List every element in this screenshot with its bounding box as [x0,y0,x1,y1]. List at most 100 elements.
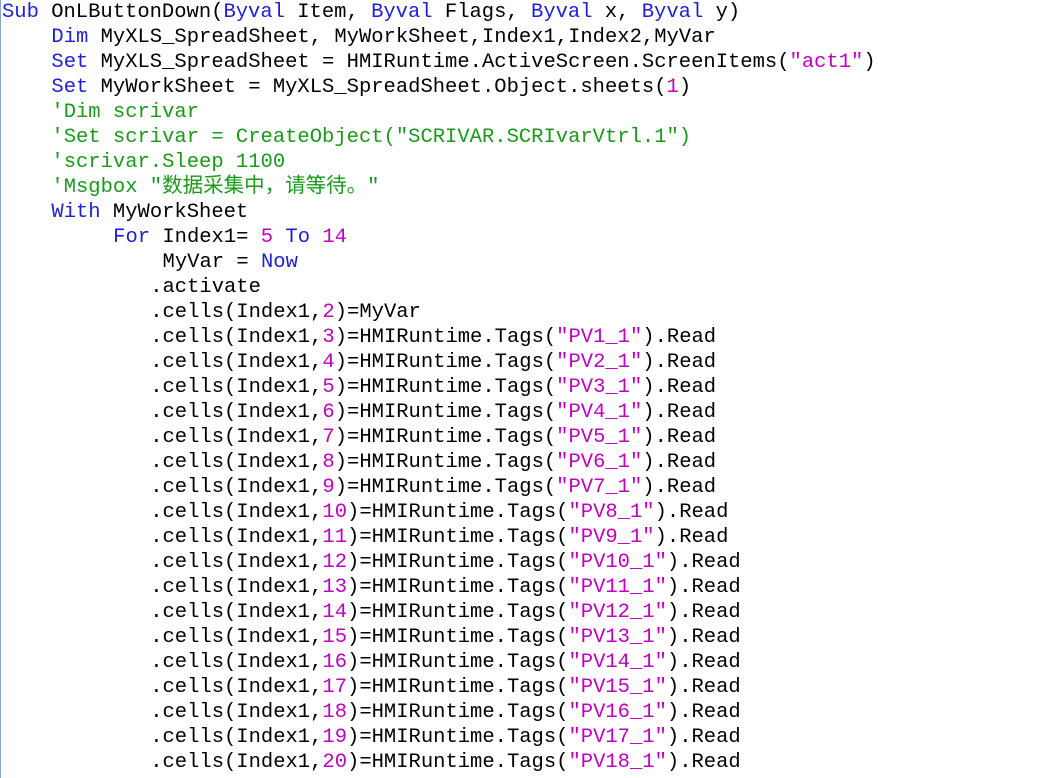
code-token: .cells(Index1, [150,551,323,574]
code-line[interactable]: .cells(Index1,10)=HMIRuntime.Tags("PV8_1… [2,500,1043,525]
code-token: .cells(Index1, [150,601,323,624]
code-token: ).Read [666,676,741,699]
code-token: .cells(Index1, [150,326,323,349]
code-line[interactable]: 'Set scrivar = CreateObject("SCRIVAR.SCR… [2,125,1043,150]
code-token: )=HMIRuntime.Tags( [347,701,569,724]
number-token: 5 [322,376,335,399]
code-token: ).Read [666,601,741,624]
code-token: .cells(Index1, [150,451,323,474]
code-token: .cells(Index1, [150,301,323,324]
string-token: "PV17_1" [568,726,667,749]
code-line[interactable]: MyVar = Now [2,250,1043,275]
number-token: 4 [322,351,335,374]
number-token: 14 [322,226,347,249]
string-token: "PV15_1" [568,676,667,699]
keyword-token: Sub [2,1,39,24]
code-line[interactable]: 'Dim scrivar [2,100,1043,125]
code-token: )=HMIRuntime.Tags( [334,351,557,374]
number-token: 10 [322,501,348,524]
code-line[interactable]: .activate [2,275,1043,300]
code-token: x, [592,1,642,24]
code-token: .cells(Index1, [150,626,323,649]
code-line[interactable]: .cells(Index1,15)=HMIRuntime.Tags("PV13_… [2,625,1043,650]
keyword-token: To [285,226,310,249]
code-token: .cells(Index1, [150,501,323,524]
code-token: .cells(Index1, [150,751,323,774]
string-token: "PV1_1" [556,326,643,349]
code-line[interactable]: .cells(Index1,7)=HMIRuntime.Tags("PV5_1"… [2,425,1043,450]
code-token: y) [703,1,741,24]
gutter-border [0,0,1,778]
string-token: "PV13_1" [568,626,667,649]
code-token: ).Read [666,626,741,649]
string-token: "PV16_1" [568,701,667,724]
code-line[interactable]: .cells(Index1,17)=HMIRuntime.Tags("PV15_… [2,675,1043,700]
code-line[interactable]: Sub OnLButtonDown(Byval Item, Byval Flag… [2,0,1043,25]
code-line[interactable]: .cells(Index1,8)=HMIRuntime.Tags("PV6_1"… [2,450,1043,475]
code-token: ) [678,76,692,99]
code-line[interactable]: .cells(Index1,16)=HMIRuntime.Tags("PV14_… [2,650,1043,675]
code-line[interactable]: .cells(Index1,2)=MyVar [2,300,1043,325]
comment-token: 'Dim scrivar [51,101,200,124]
code-line[interactable]: .cells(Index1,18)=HMIRuntime.Tags("PV16_… [2,700,1043,725]
code-line[interactable]: With MyWorkSheet [2,200,1043,225]
code-token: )=HMIRuntime.Tags( [347,526,569,549]
number-token: 6 [322,401,335,424]
code-line[interactable]: .cells(Index1,20)=HMIRuntime.Tags("PV18_… [2,750,1043,775]
code-line[interactable]: 'Msgbox "数据采集中，请等待。" [2,175,1043,200]
number-token: 7 [322,426,335,449]
code-line[interactable]: Set MyXLS_SpreadSheet = HMIRuntime.Activ… [2,50,1043,75]
code-token: .cells(Index1, [150,376,323,399]
keyword-token: With [51,201,101,224]
code-token: )=HMIRuntime.Tags( [347,651,569,674]
code-line[interactable]: .cells(Index1,5)=HMIRuntime.Tags("PV3_1"… [2,375,1043,400]
code-token: ).Read [642,401,717,424]
code-token: .cells(Index1, [150,401,323,424]
string-token: "PV2_1" [556,351,643,374]
string-token: "PV8_1" [568,501,655,524]
number-token: 15 [322,626,348,649]
code-line[interactable]: 'scrivar.Sleep 1100 [2,150,1043,175]
string-token: "PV6_1" [556,451,643,474]
code-token: .cells(Index1, [150,351,323,374]
code-token: ).Read [666,651,741,674]
code-token: ).Read [654,526,729,549]
code-line[interactable]: .cells(Index1,9)=HMIRuntime.Tags("PV7_1"… [2,475,1043,500]
string-token: "PV10_1" [568,551,667,574]
code-line[interactable]: .cells(Index1,4)=HMIRuntime.Tags("PV2_1"… [2,350,1043,375]
code-token: .cells(Index1, [150,526,323,549]
code-line[interactable]: For Index1= 5 To 14 [2,225,1043,250]
code-token: )=HMIRuntime.Tags( [334,426,557,449]
code-area[interactable]: Sub OnLButtonDown(Byval Item, Byval Flag… [2,0,1043,778]
number-token: 8 [322,451,335,474]
number-token: 11 [322,526,348,549]
code-token: .cells(Index1, [150,576,323,599]
number-token: 9 [322,476,335,499]
keyword-token: Dim [51,26,89,49]
code-token: Index1= [150,226,261,249]
string-token: "PV12_1" [568,601,667,624]
code-editor[interactable]: Sub OnLButtonDown(Byval Item, Byval Flag… [0,0,1043,778]
code-line[interactable]: .cells(Index1,11)=HMIRuntime.Tags("PV9_1… [2,525,1043,550]
keyword-token: Now [260,251,298,274]
code-token: ).Read [642,451,717,474]
keyword-token: Byval [641,1,704,24]
code-line[interactable]: Set MyWorkSheet = MyXLS_SpreadSheet.Obje… [2,75,1043,100]
string-token: "PV14_1" [568,651,667,674]
code-line[interactable]: Dim MyXLS_SpreadSheet, MyWorkSheet,Index… [2,25,1043,50]
code-token: ) [863,51,876,74]
code-line[interactable]: .cells(Index1,19)=HMIRuntime.Tags("PV17_… [2,725,1043,750]
code-token: .activate [150,276,261,299]
code-token: ).Read [642,376,717,399]
code-token: )=HMIRuntime.Tags( [347,601,569,624]
string-token: "PV11_1" [568,576,667,599]
code-line[interactable]: .cells(Index1,6)=HMIRuntime.Tags("PV4_1"… [2,400,1043,425]
code-token: .cells(Index1, [150,426,323,449]
number-token: 3 [322,326,335,349]
code-line[interactable]: .cells(Index1,13)=HMIRuntime.Tags("PV11_… [2,575,1043,600]
code-line[interactable]: .cells(Index1,12)=HMIRuntime.Tags("PV10_… [2,550,1043,575]
code-line[interactable]: .cells(Index1,3)=HMIRuntime.Tags("PV1_1"… [2,325,1043,350]
code-line[interactable]: .cells(Index1,14)=HMIRuntime.Tags("PV12_… [2,600,1043,625]
code-token: MyWorkSheet = MyXLS_SpreadSheet.Object.s… [88,76,667,99]
